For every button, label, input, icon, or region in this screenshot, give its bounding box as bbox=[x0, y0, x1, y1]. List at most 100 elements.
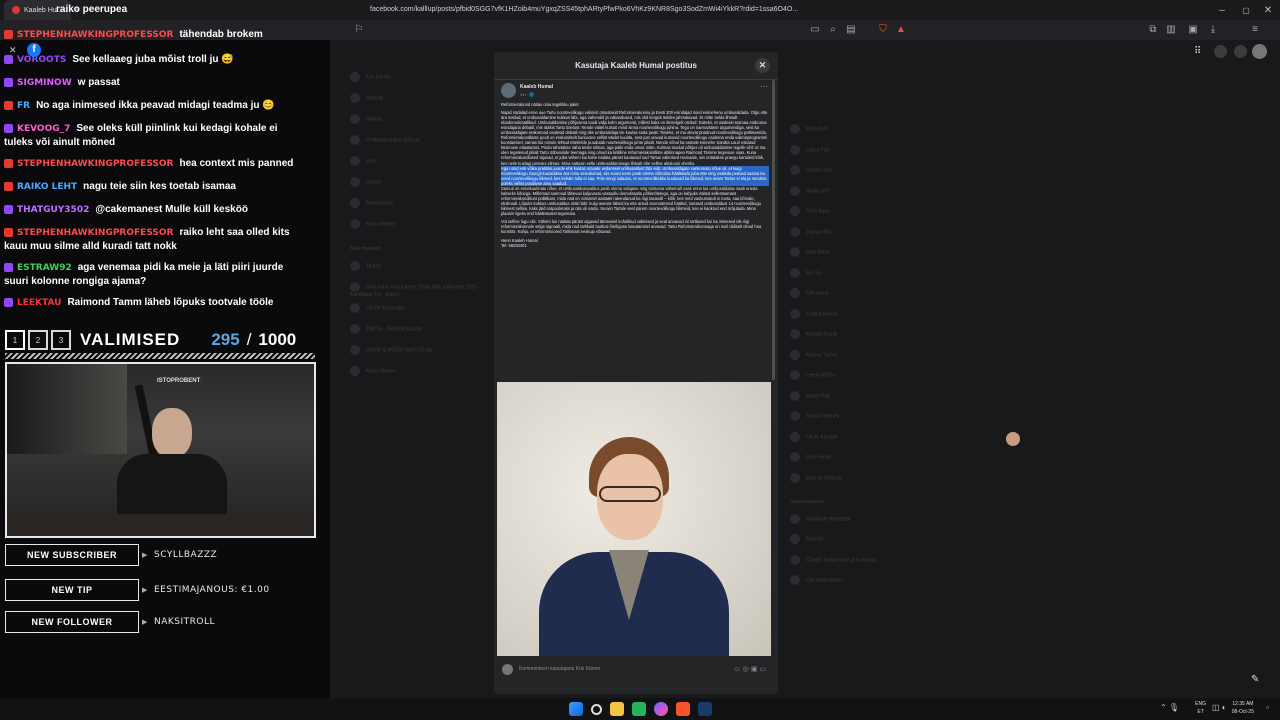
chat-message: STEPHENHAWKINGPROFESSOR raiko leht saa ol… bbox=[4, 227, 290, 252]
tray-icons[interactable]: ⌃ 🎙 bbox=[1160, 703, 1179, 712]
twitch-icon bbox=[4, 54, 13, 64]
fb-nav-item[interactable]: Kuva rohkem bbox=[350, 219, 480, 240]
contact-item[interactable]: Saliss Fish bbox=[790, 144, 930, 166]
brave-browser-icon[interactable] bbox=[675, 702, 690, 716]
contact-item[interactable]: Rollo Agoo bbox=[790, 206, 930, 227]
modal-title: Kasutaja Kaaleb Humal postitus bbox=[575, 61, 697, 70]
counter-title: VALIMISED bbox=[80, 330, 181, 349]
zoom-icon[interactable]: ⌕ bbox=[826, 21, 840, 39]
stream-chat: STEPHENHAWKINGPROFESSOR tähendab brokem V… bbox=[0, 24, 320, 324]
comment-input[interactable]: Kommenteeri kasutajana Kris Kärner bbox=[519, 666, 601, 672]
chat-message: KEVOOG_7 See oleks küll piinlink kui keda… bbox=[4, 123, 278, 148]
close-window-icon[interactable]: ✕ bbox=[1256, 0, 1280, 20]
more-options-icon[interactable]: ··· bbox=[760, 82, 768, 91]
fb-nav-item[interactable]: ÜDSIK & MÕÕN TARTUS (A) bbox=[350, 345, 480, 366]
network-icon[interactable]: ◫ ◐ bbox=[1212, 703, 1227, 712]
fb-apps-icon[interactable]: ⠿ bbox=[1194, 46, 1206, 58]
fb-nav-item[interactable]: Sõbrad bbox=[350, 114, 480, 135]
contact-item[interactable]: Chadd, Sanlan Karl ja 4 teisega bbox=[790, 554, 930, 576]
contact-item[interactable]: Ümnet Saar bbox=[790, 165, 930, 186]
notifications-icon[interactable]: ▫ bbox=[1266, 703, 1269, 712]
contact-item[interactable]: Bärenfo bbox=[790, 534, 930, 555]
fb-messenger-icon[interactable] bbox=[1214, 45, 1227, 58]
contact-item[interactable]: Kristjan Kosiik bbox=[790, 329, 930, 350]
brave-shield-icon[interactable]: ⛉ bbox=[876, 21, 890, 39]
app-green-icon[interactable] bbox=[631, 702, 646, 716]
new-tip-box: NEW TIP bbox=[5, 579, 139, 601]
url-field[interactable]: facebook.com/kalllup/posts/pfbid0SGG7vfK… bbox=[370, 3, 802, 17]
counter-tab: 3 bbox=[51, 330, 71, 350]
contact-item[interactable]: Oliver Kuodde bbox=[790, 431, 930, 453]
menu-icon[interactable]: ≡ bbox=[1248, 21, 1262, 39]
twitch-icon bbox=[4, 77, 13, 87]
election-counter: 1 2 3 VALIMISED 295 / 1000 bbox=[5, 328, 317, 352]
fb-nav-item[interactable]: Kuva rohkem bbox=[350, 366, 480, 387]
contact-item[interactable]: Ünne Rebo bbox=[790, 452, 930, 473]
contact-item[interactable]: Kaspar Tamm bbox=[790, 349, 930, 371]
contact-item[interactable]: Kaaleb Humal bbox=[790, 308, 930, 330]
post-paragraph: Vot selline lugu siis. Vähem kui nädala … bbox=[501, 219, 762, 235]
fb-profile-avatar[interactable] bbox=[1252, 44, 1267, 59]
messenger-icon[interactable] bbox=[653, 702, 668, 716]
contact-item[interactable]: Uus grupivestlus bbox=[790, 575, 930, 596]
bookmark-icon[interactable]: ⚐ bbox=[352, 21, 366, 39]
fb-nav-item[interactable]: Kris Kärner bbox=[350, 72, 480, 93]
contact-item[interactable]: Martin Pikk bbox=[790, 390, 930, 412]
fb-nav-item[interactable]: Professionaalne töölaud bbox=[350, 135, 480, 156]
contact-item[interactable]: Ants de Kallaste bbox=[790, 472, 930, 494]
edit-icon[interactable]: ✎ bbox=[1251, 674, 1259, 685]
clock[interactable]: 12:35 AM 08-Oct-25 bbox=[1232, 700, 1254, 716]
contact-item[interactable]: Erik Aland bbox=[790, 288, 930, 309]
extensions-icon[interactable]: ⧉ bbox=[1146, 21, 1160, 39]
new-subscriber-box: NEW SUBSCRIBER bbox=[5, 544, 139, 566]
contacts-heading: Grupivestlused bbox=[790, 499, 824, 505]
language-indicator[interactable]: ENG ET bbox=[1195, 700, 1206, 716]
contact-item[interactable]: Madis SiIP bbox=[790, 185, 930, 207]
contact-item[interactable]: Enel Mang bbox=[790, 247, 930, 268]
fb-nav-item[interactable]: Grupid bbox=[350, 177, 480, 198]
sidebar-toggle-icon[interactable]: ▥ bbox=[1164, 21, 1178, 39]
counter-tab: 1 bbox=[5, 330, 25, 350]
author-avatar[interactable] bbox=[501, 83, 516, 98]
post-author[interactable]: Kaaleb Humal bbox=[520, 84, 553, 90]
twitch-icon bbox=[4, 297, 13, 307]
contact-item[interactable]: Maidande Kelnoldsk bbox=[790, 513, 930, 535]
post-modal: Kasutaja Kaaleb Humal postitus ✕ Kaaleb … bbox=[494, 52, 778, 694]
contact-item[interactable]: Jaanus Kivi bbox=[790, 226, 930, 248]
steam-icon[interactable] bbox=[697, 702, 712, 716]
post-timestamp[interactable]: 1 h · 🌐 bbox=[520, 92, 534, 97]
fb-nav-item[interactable]: Vaist bbox=[350, 156, 480, 177]
contact-item[interactable]: Sandri Hannek bbox=[790, 411, 930, 432]
fb-nav-item[interactable]: Ühis ma/a: Kris Kärner (Tartu 4EK valimi… bbox=[350, 282, 480, 303]
cam-person-head bbox=[152, 408, 192, 458]
screen-icon[interactable]: ▭ bbox=[808, 21, 822, 39]
search-icon[interactable] bbox=[590, 703, 602, 715]
rewards-icon[interactable]: ▲ bbox=[894, 21, 908, 39]
close-chat-icon[interactable]: ✕ bbox=[9, 45, 17, 56]
download-icon[interactable]: ⤓ bbox=[1206, 21, 1220, 39]
chat-message: STEPHENHAWKINGPROFESSOR hea context mis p… bbox=[4, 157, 304, 171]
facebook-live-icon: f bbox=[27, 43, 41, 57]
close-icon[interactable]: ✕ bbox=[755, 58, 770, 73]
maximize-icon[interactable]: ▢ bbox=[1234, 0, 1258, 20]
fb-nav-item[interactable]: ÜKSIV Kooselige bbox=[350, 303, 480, 324]
fb-nav-item[interactable]: TARTU - Üldis/00 kulaste bbox=[350, 324, 480, 345]
post-photo[interactable] bbox=[497, 382, 771, 656]
reader-icon[interactable]: ▤ bbox=[844, 21, 858, 39]
chat-message: RAIKO LEHT nagu teie siin kes toetab isam… bbox=[4, 180, 304, 194]
contact-item[interactable]: Meta AI P bbox=[790, 124, 930, 145]
chat-message: THATGUY3502 @cakemanest Mulle küll kesköö bbox=[4, 203, 304, 217]
wallet-icon[interactable]: ▣ bbox=[1186, 21, 1200, 39]
file-explorer-icon[interactable] bbox=[609, 702, 624, 716]
modal-scrollbar[interactable] bbox=[772, 80, 775, 380]
minimize-icon[interactable]: – bbox=[1210, 0, 1234, 20]
fb-notifications-icon[interactable] bbox=[1234, 45, 1247, 58]
start-icon[interactable] bbox=[568, 702, 583, 716]
post-signature-phone: Tel: 58250401 bbox=[501, 243, 527, 249]
contact-item[interactable]: Leena Rõõps bbox=[790, 370, 930, 391]
fb-nav-item[interactable]: Meta AI bbox=[350, 93, 480, 114]
contact-item[interactable]: Ele Sa bbox=[790, 267, 930, 289]
fb-nav-item[interactable]: Teated bbox=[350, 261, 480, 282]
emoji-icon[interactable]: ☺ ◎ ▣ ▭ bbox=[734, 665, 766, 673]
fb-nav-item[interactable]: Marketplace bbox=[350, 198, 480, 219]
